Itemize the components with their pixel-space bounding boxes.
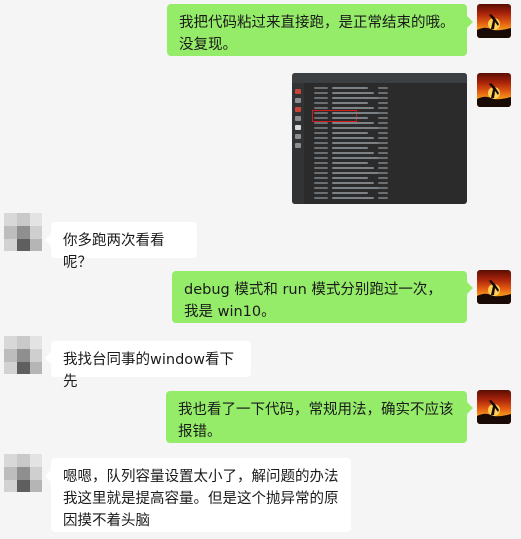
console-line (378, 127, 388, 129)
console-line (332, 92, 374, 94)
console-line (314, 177, 328, 179)
console-line (378, 97, 388, 99)
message-bubble[interactable]: debug 模式和 run 模式分别跑过一次，我是 win10。 (172, 271, 467, 323)
console-line (378, 107, 388, 109)
console-line (378, 117, 388, 119)
console-line (332, 177, 368, 179)
console-line (314, 112, 328, 114)
console-line (314, 87, 328, 89)
console-line (314, 157, 328, 159)
my-avatar[interactable] (477, 390, 511, 424)
console-line (314, 182, 328, 184)
console-line (332, 112, 380, 114)
console-line (378, 147, 388, 149)
ide-toolbar (292, 73, 467, 83)
console-line (314, 167, 328, 169)
contact-avatar[interactable] (4, 454, 42, 492)
sunset-silhouette-icon (477, 400, 511, 424)
console-line (332, 137, 374, 139)
console-line (314, 142, 328, 144)
console-line (332, 147, 368, 149)
console-line (332, 182, 374, 184)
console-line (378, 172, 388, 174)
ide-sidebar (292, 83, 304, 204)
my-avatar[interactable] (477, 270, 511, 304)
console-line (378, 187, 388, 189)
console-line (332, 127, 380, 129)
console-line (332, 97, 380, 99)
console-line (314, 162, 328, 164)
sunset-silhouette-icon (477, 280, 511, 304)
console-line (332, 167, 374, 169)
console-line (378, 122, 388, 124)
console-line (314, 102, 328, 104)
console-line (378, 167, 388, 169)
console-line (378, 137, 388, 139)
console-line (314, 172, 328, 174)
console-line (314, 137, 328, 139)
console-line (378, 177, 388, 179)
console-line (314, 92, 328, 94)
console-line (332, 157, 380, 159)
console-line (314, 97, 328, 99)
console-line (332, 192, 368, 194)
console-line (378, 157, 388, 159)
console-line (332, 122, 374, 124)
console-line (314, 122, 328, 124)
message-bubble[interactable]: 我找台同事的window看下先 (51, 341, 251, 390)
console-line (378, 142, 388, 144)
console-line (314, 147, 328, 149)
console-line (314, 117, 328, 119)
console-line (332, 132, 368, 134)
console-line (332, 87, 368, 89)
console-line (378, 92, 388, 94)
console-line (332, 117, 368, 119)
my-avatar[interactable] (477, 4, 511, 38)
message-bubble[interactable]: 我也看了一下代码，常规用法，确实不应该报错。 (166, 391, 467, 443)
contact-avatar[interactable] (4, 336, 42, 374)
console-line (314, 127, 328, 129)
my-avatar[interactable] (477, 73, 511, 107)
console-line (332, 142, 380, 144)
console-line (314, 197, 328, 199)
sunset-silhouette-icon (477, 14, 511, 38)
sunset-silhouette-icon (477, 83, 511, 107)
console-line (378, 162, 388, 164)
message-bubble[interactable]: 你多跑两次看看呢？ (51, 222, 197, 271)
console-line (314, 192, 328, 194)
console-line (378, 197, 388, 199)
console-line (332, 162, 368, 164)
console-line (378, 112, 388, 114)
message-bubble[interactable]: 我把代码粘过来直接跑，是正常结束的哦。没复现。 (167, 4, 467, 56)
console-line (378, 152, 388, 154)
console-line (378, 192, 388, 194)
console-line (378, 87, 388, 89)
console-line (332, 102, 368, 104)
console-line (314, 187, 328, 189)
console-line (378, 102, 388, 104)
console-line (332, 197, 374, 199)
message-bubble[interactable]: 嗯嗯，队列容量设置太小了，解问题的办法我这里就是提高容量。但是这个抛异常的原因摸… (51, 458, 351, 532)
console-line (332, 152, 374, 154)
ide-console-screenshot[interactable] (292, 73, 467, 204)
console-line (378, 182, 388, 184)
console-line (332, 107, 374, 109)
console-line (314, 132, 328, 134)
console-line (332, 187, 380, 189)
console-line (378, 132, 388, 134)
console-line (332, 172, 380, 174)
contact-avatar[interactable] (4, 213, 42, 251)
console-line (314, 107, 328, 109)
console-line (314, 152, 328, 154)
